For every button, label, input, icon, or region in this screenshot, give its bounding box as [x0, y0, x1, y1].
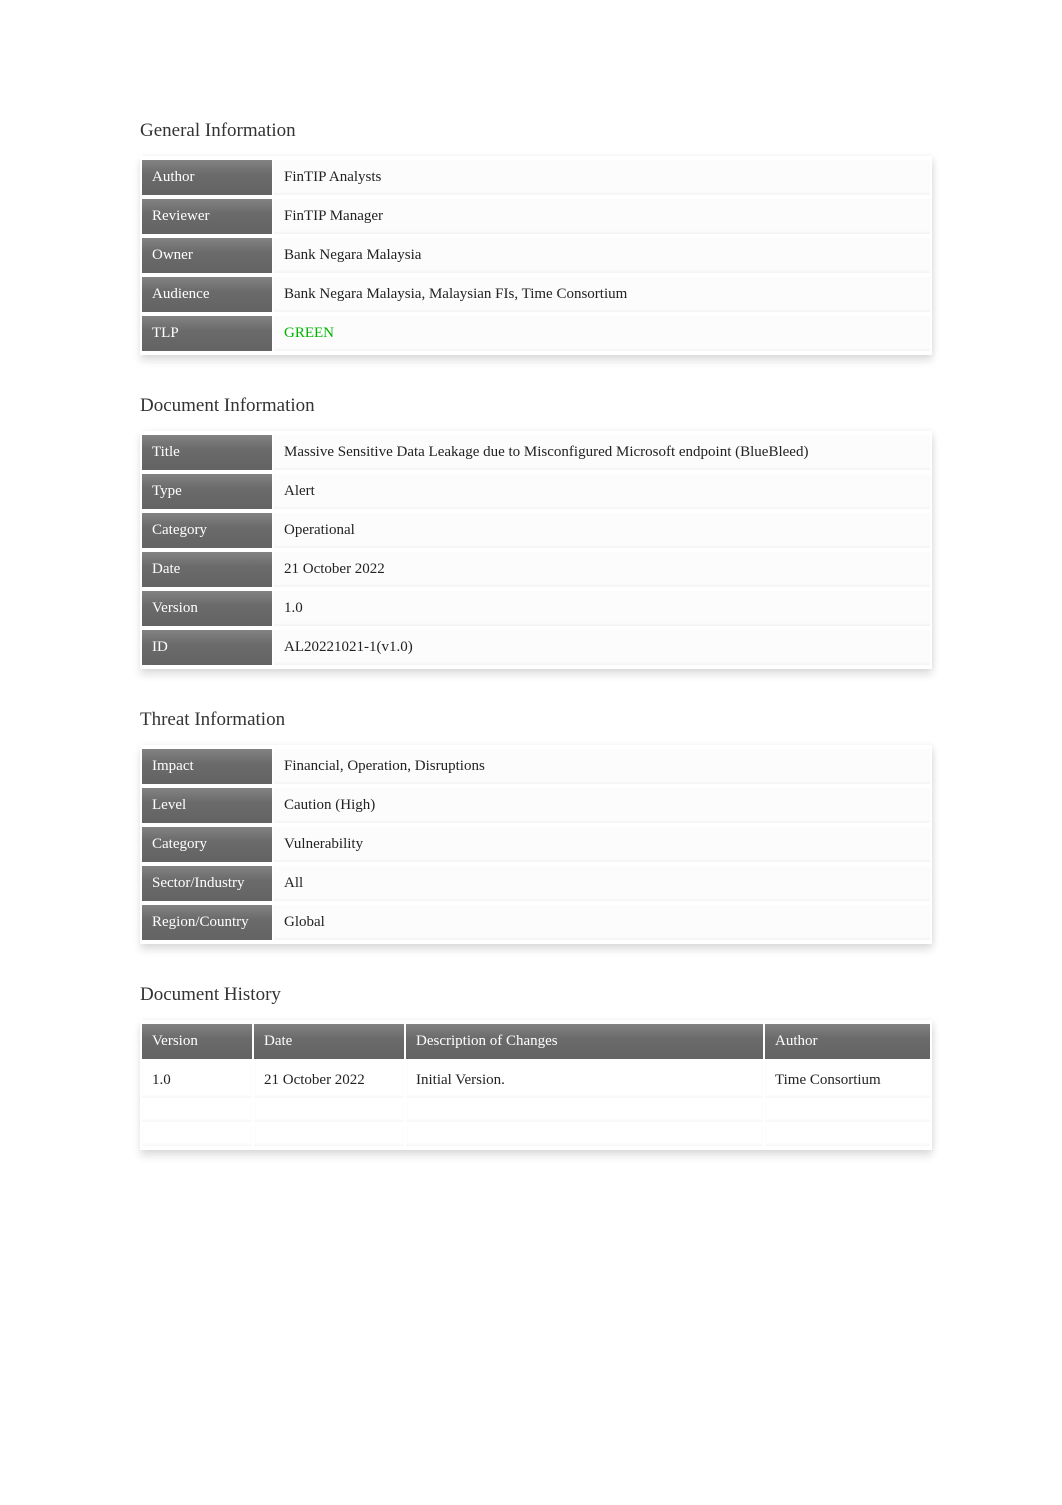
label-reviewer: Reviewer — [142, 199, 272, 234]
label-category: Category — [142, 513, 272, 548]
threat-information-table: Impact Financial, Operation, Disruptions… — [140, 745, 932, 944]
heading-document-history: Document History — [140, 984, 932, 1006]
label-region: Region/Country — [142, 905, 272, 940]
value-impact: Financial, Operation, Disruptions — [274, 749, 930, 784]
table-row: ID AL20221021-1(v1.0) — [142, 630, 930, 665]
heading-document-information: Document Information — [140, 395, 932, 417]
table-row: Audience Bank Negara Malaysia, Malaysian… — [142, 277, 930, 312]
header-version: Version — [142, 1024, 252, 1059]
cell-version — [142, 1102, 252, 1122]
value-level: Caution (High) — [274, 788, 930, 823]
table-row: Region/Country Global — [142, 905, 930, 940]
table-row: Sector/Industry All — [142, 866, 930, 901]
table-row: Level Caution (High) — [142, 788, 930, 823]
label-id: ID — [142, 630, 272, 665]
table-row: Category Operational — [142, 513, 930, 548]
document-information-table: Title Massive Sensitive Data Leakage due… — [140, 431, 932, 669]
header-author: Author — [765, 1024, 930, 1059]
cell-description — [406, 1102, 763, 1122]
value-owner: Bank Negara Malaysia — [274, 238, 930, 273]
value-audience: Bank Negara Malaysia, Malaysian FIs, Tim… — [274, 277, 930, 312]
table-row: Owner Bank Negara Malaysia — [142, 238, 930, 273]
value-sector: All — [274, 866, 930, 901]
table-row: Reviewer FinTIP Manager — [142, 199, 930, 234]
cell-version: 1.0 — [142, 1063, 252, 1098]
value-reviewer: FinTIP Manager — [274, 199, 930, 234]
cell-author: Time Consortium — [765, 1063, 930, 1098]
document-history-table: Version Date Description of Changes Auth… — [140, 1020, 932, 1150]
label-threat-category: Category — [142, 827, 272, 862]
value-title-text: Massive Sensitive Data Leakage due to Mi… — [284, 444, 824, 461]
value-type: Alert — [274, 474, 930, 509]
cell-author — [765, 1102, 930, 1122]
label-owner: Owner — [142, 238, 272, 273]
label-type: Type — [142, 474, 272, 509]
table-row: Impact Financial, Operation, Disruptions — [142, 749, 930, 784]
label-level: Level — [142, 788, 272, 823]
value-author: FinTIP Analysts — [274, 160, 930, 195]
heading-threat-information: Threat Information — [140, 709, 932, 731]
value-tlp: GREEN — [274, 316, 930, 351]
table-row: TLP GREEN — [142, 316, 930, 351]
cell-author — [765, 1126, 930, 1146]
value-category: Operational — [274, 513, 930, 548]
table-row: Author FinTIP Analysts — [142, 160, 930, 195]
value-title: Massive Sensitive Data Leakage due to Mi… — [274, 435, 930, 470]
table-row — [142, 1126, 930, 1146]
cell-date: 21 October 2022 — [254, 1063, 404, 1098]
value-id: AL20221021-1(v1.0) — [274, 630, 930, 665]
value-region: Global — [274, 905, 930, 940]
header-date: Date — [254, 1024, 404, 1059]
label-impact: Impact — [142, 749, 272, 784]
cell-description — [406, 1126, 763, 1146]
table-row — [142, 1102, 930, 1122]
cell-version — [142, 1126, 252, 1146]
value-threat-category: Vulnerability — [274, 827, 930, 862]
tlp-badge: GREEN — [284, 325, 334, 341]
table-row: 1.0 21 October 2022 Initial Version. Tim… — [142, 1063, 930, 1098]
cell-date — [254, 1102, 404, 1122]
table-row: Category Vulnerability — [142, 827, 930, 862]
value-date: 21 October 2022 — [274, 552, 930, 587]
label-version: Version — [142, 591, 272, 626]
table-header-row: Version Date Description of Changes Auth… — [142, 1024, 930, 1059]
label-title: Title — [142, 435, 272, 470]
label-sector: Sector/Industry — [142, 866, 272, 901]
table-row: Title Massive Sensitive Data Leakage due… — [142, 435, 930, 470]
label-audience: Audience — [142, 277, 272, 312]
table-row: Version 1.0 — [142, 591, 930, 626]
cell-date — [254, 1126, 404, 1146]
label-author: Author — [142, 160, 272, 195]
table-row: Type Alert — [142, 474, 930, 509]
table-row: Date 21 October 2022 — [142, 552, 930, 587]
value-version: 1.0 — [274, 591, 930, 626]
label-tlp: TLP — [142, 316, 272, 351]
cell-description: Initial Version. — [406, 1063, 763, 1098]
heading-general-information: General Information — [140, 120, 932, 142]
general-information-table: Author FinTIP Analysts Reviewer FinTIP M… — [140, 156, 932, 355]
header-description: Description of Changes — [406, 1024, 763, 1059]
label-date: Date — [142, 552, 272, 587]
